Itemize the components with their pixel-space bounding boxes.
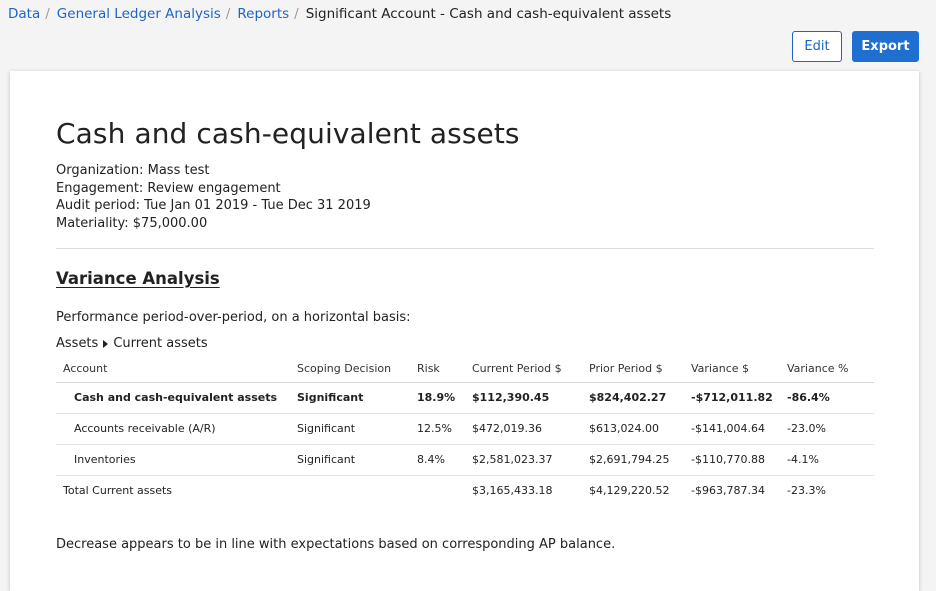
variance-pct-cell: -23.0% xyxy=(787,413,874,445)
page-title: Cash and cash-equivalent assets xyxy=(56,117,520,150)
engagement-label: Engagement: Review engagement xyxy=(56,180,281,196)
total-account-cell: Total Current assets xyxy=(63,484,173,498)
risk-cell: 18.9% xyxy=(417,382,472,414)
breadcrumb-data-link[interactable]: Data xyxy=(8,6,40,22)
variance-cell: -$141,004.64 xyxy=(691,413,787,445)
breadcrumb-separator: / xyxy=(45,6,50,22)
current-period-cell: $2,581,023.37 xyxy=(472,444,589,476)
variance-note: Decrease appears to be in line with expe… xyxy=(56,537,616,552)
risk-cell: 12.5% xyxy=(417,413,472,445)
total-scoping-cell xyxy=(297,475,417,506)
variance-table: Account Scoping Decision Risk Current Pe… xyxy=(56,355,874,506)
column-header-variance-pct: Variance % xyxy=(787,355,874,383)
breadcrumb-separator: / xyxy=(294,6,299,22)
column-header-risk: Risk xyxy=(417,355,472,383)
variance-analysis-heading: Variance Analysis xyxy=(56,269,220,288)
breadcrumb-general-ledger-link[interactable]: General Ledger Analysis xyxy=(57,6,221,22)
risk-cell: 8.4% xyxy=(417,444,472,476)
variance-pct-cell: -4.1% xyxy=(787,444,874,476)
account-cell: Inventories xyxy=(56,444,297,476)
breadcrumb-separator: / xyxy=(225,6,231,22)
total-current-period-cell: $3,165,433.18 xyxy=(472,484,553,498)
account-path-child: Current assets xyxy=(113,336,208,351)
prior-period-cell: $824,402.27 xyxy=(589,382,691,414)
organization-label: Organization: Mass test xyxy=(56,163,210,178)
variance-intro-text: Performance period-over-period, on a hor… xyxy=(56,310,411,325)
caret-right-icon xyxy=(103,339,109,348)
table-row: Cash and cash-equivalent assets Signific… xyxy=(56,382,874,414)
account-path: Assets Current assets xyxy=(56,336,208,351)
scoping-cell: Significant xyxy=(297,413,417,445)
section-divider xyxy=(56,248,874,249)
total-risk-cell xyxy=(417,475,472,506)
export-button[interactable]: Export xyxy=(852,31,919,62)
current-period-cell: $112,390.45 xyxy=(472,382,589,414)
scoping-cell: Significant xyxy=(297,444,417,476)
scoping-cell: Significant xyxy=(297,382,417,414)
edit-button[interactable]: Edit xyxy=(792,31,842,62)
materiality-label: Materiality: $75,000.00 xyxy=(56,215,208,231)
account-cell: Accounts receivable (A/R) xyxy=(56,413,297,445)
prior-period-cell: $2,691,794.25 xyxy=(589,444,691,476)
total-prior-period-cell: $4,129,220.52 xyxy=(589,484,670,498)
account-path-parent: Assets xyxy=(56,336,99,351)
audit-period-label: Audit period: Tue Jan 01 2019 - Tue Dec … xyxy=(56,198,371,213)
column-header-variance: Variance $ xyxy=(691,355,787,383)
current-period-cell: $472,019.36 xyxy=(472,413,589,445)
total-variance-cell: -$963,787.34 xyxy=(691,484,765,498)
column-header-account: Account xyxy=(56,355,297,383)
account-cell: Cash and cash-equivalent assets xyxy=(56,382,297,414)
table-row: Inventories Significant 8.4% $2,581,023.… xyxy=(56,444,874,476)
column-header-scoping: Scoping Decision xyxy=(297,355,417,383)
table-row: Accounts receivable (A/R) Significant 12… xyxy=(56,413,874,445)
prior-period-cell: $613,024.00 xyxy=(589,413,691,445)
breadcrumb: Data / General Ledger Analysis / Reports… xyxy=(8,6,671,22)
variance-cell: -$110,770.88 xyxy=(691,444,787,476)
report-card: Cash and cash-equivalent assets Organiza… xyxy=(10,71,919,591)
breadcrumb-current: Significant Account - Cash and cash-equi… xyxy=(305,6,672,22)
variance-pct-cell: -86.4% xyxy=(787,382,874,414)
column-header-current-period: Current Period $ xyxy=(472,355,589,383)
total-variance-pct-cell: -23.3% xyxy=(787,484,826,498)
variance-cell: -$712,011.82 xyxy=(691,382,787,414)
report-metadata: Organization: Mass test Engagement: Revi… xyxy=(56,162,371,232)
breadcrumb-reports-link[interactable]: Reports xyxy=(237,6,289,22)
column-header-prior-period: Prior Period $ xyxy=(589,355,691,383)
table-header-row: Account Scoping Decision Risk Current Pe… xyxy=(56,355,874,383)
table-total-row: Total Current assets $3,165,433.18 $4,12… xyxy=(56,475,874,506)
